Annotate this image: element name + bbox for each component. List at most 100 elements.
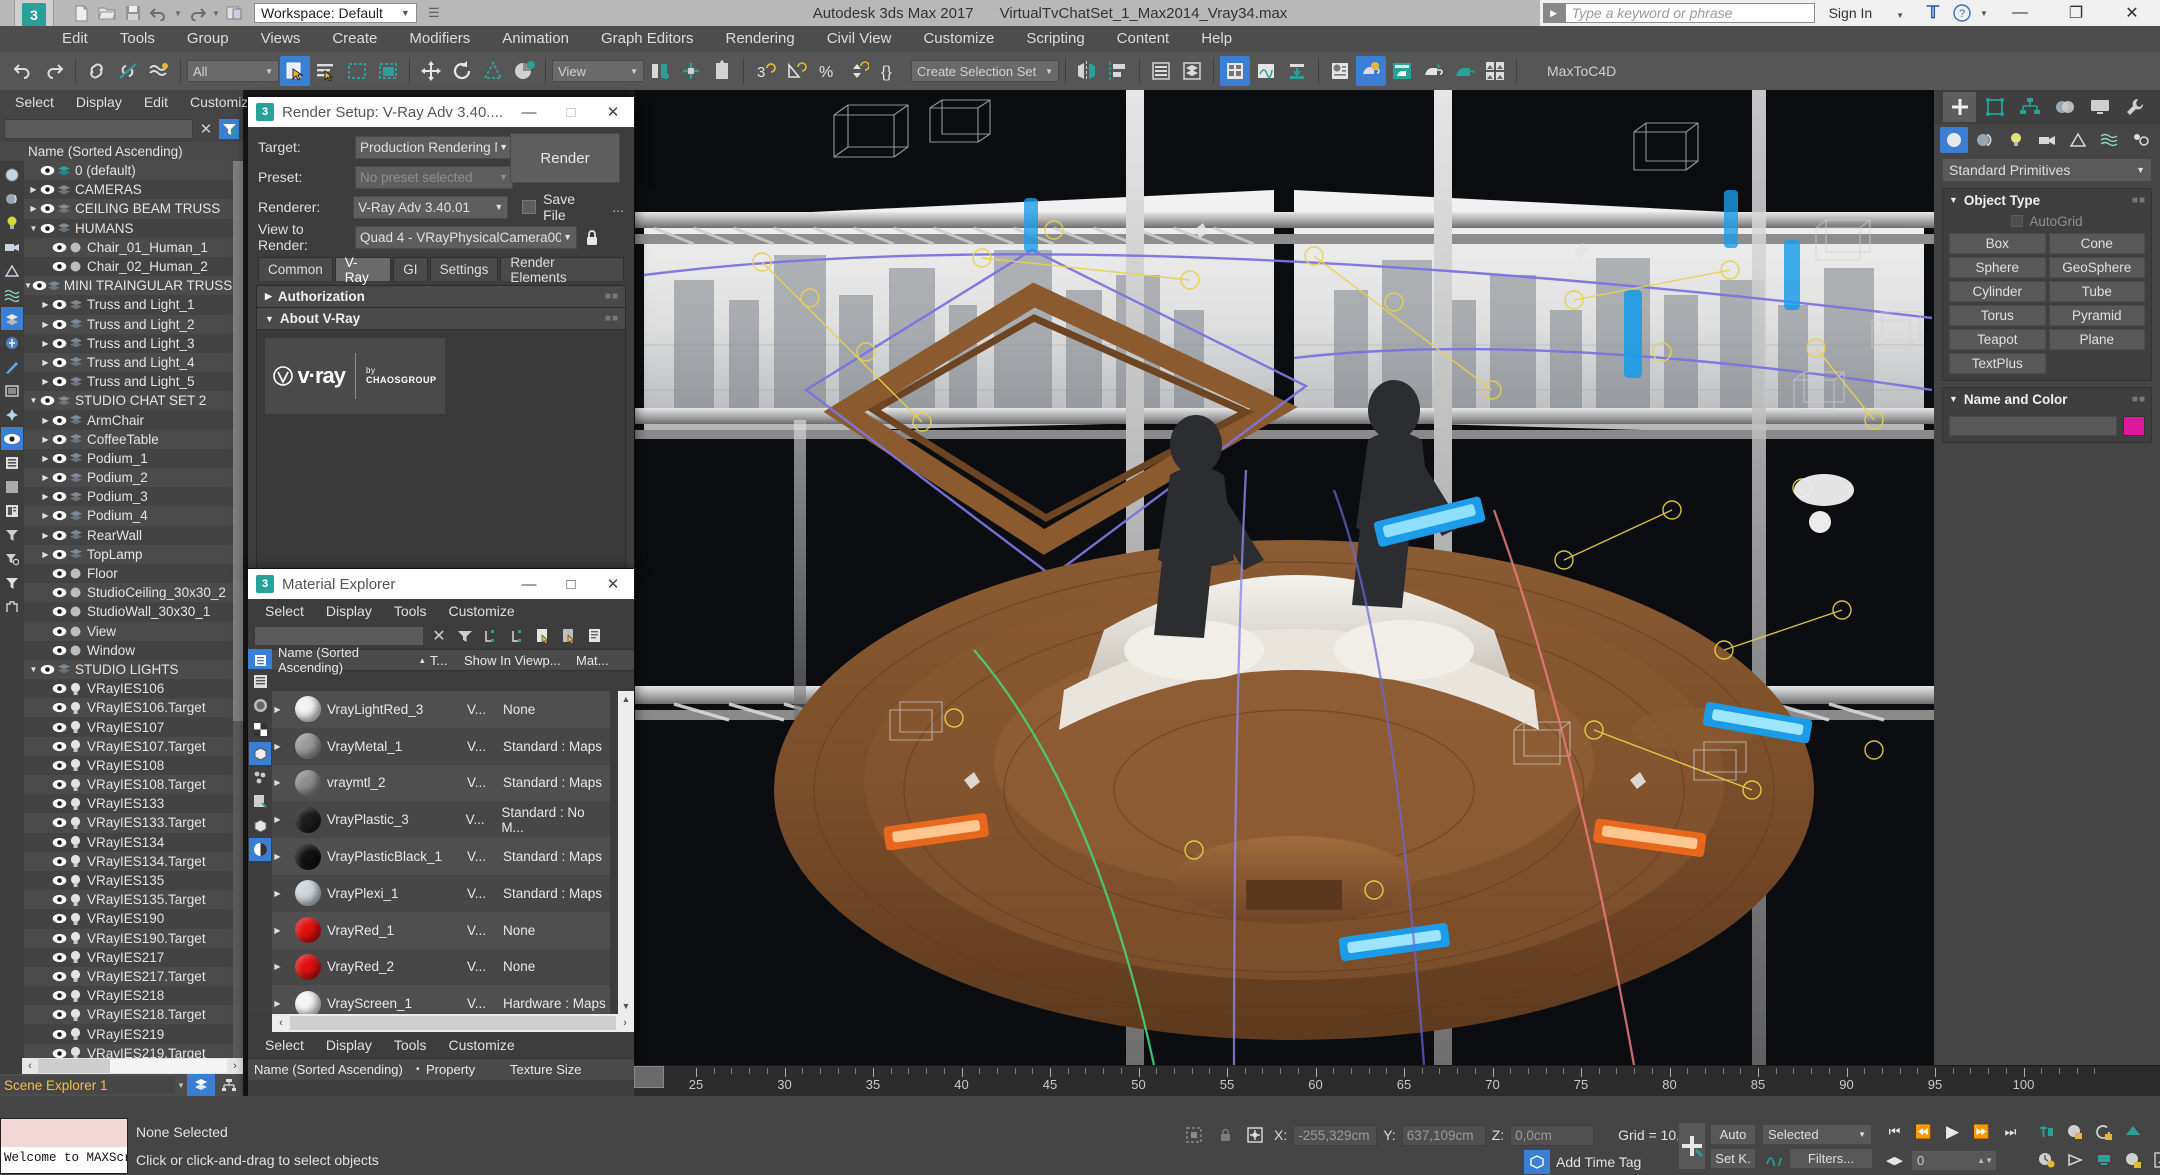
create-textplus-button[interactable]: TextPlus xyxy=(1949,353,2046,374)
tree-twirl-icon[interactable]: ▶ xyxy=(40,492,51,501)
rendered-frame-window-icon[interactable] xyxy=(1387,56,1417,86)
visibility-eye-icon[interactable] xyxy=(51,1029,67,1040)
scene-tree-row[interactable]: 0 (default) xyxy=(24,161,233,180)
redo-dropdown-icon[interactable]: ▼ xyxy=(210,0,222,26)
visibility-eye-icon[interactable] xyxy=(51,990,67,1001)
visibility-eye-icon[interactable] xyxy=(51,626,67,637)
create-cone-button[interactable]: Cone xyxy=(2049,233,2146,254)
column-type[interactable]: T... xyxy=(430,653,464,668)
field-of-view-icon[interactable] xyxy=(2061,1148,2088,1173)
tree-twirl-icon[interactable]: ▼ xyxy=(24,281,32,290)
column-name[interactable]: Name (Sorted Ascending) xyxy=(272,645,420,675)
clear-search-icon[interactable]: ✕ xyxy=(428,625,450,647)
sx-menu-edit[interactable]: Edit xyxy=(133,90,179,114)
curve-editor-icon[interactable] xyxy=(1251,56,1281,86)
maximize-button[interactable]: ❐ xyxy=(2048,0,2104,26)
x-coordinate-field[interactable]: -255,329cm xyxy=(1293,1125,1377,1146)
visibility-eye-icon[interactable] xyxy=(39,664,55,675)
infocenter-arrow-icon[interactable]: ▶ xyxy=(1543,3,1565,23)
cameras-icon[interactable] xyxy=(1,235,23,258)
scroll-right-icon[interactable]: › xyxy=(616,1014,634,1032)
new-file-icon[interactable] xyxy=(68,0,94,26)
visibility-eye-icon[interactable] xyxy=(51,894,67,905)
material-row[interactable]: ▶VrayPlastic_3V...Standard : No M... xyxy=(272,801,610,838)
material-explorer-column-header[interactable]: Name (Sorted Ascending) ▴ T... Show In V… xyxy=(248,649,634,671)
material-twirl-icon[interactable]: ▶ xyxy=(272,742,283,751)
scene-tree-row[interactable]: ▶Truss and Light_1 xyxy=(24,295,233,314)
me-foot-tools[interactable]: Tools xyxy=(383,1037,438,1053)
container-bracket-icon[interactable] xyxy=(1,595,23,618)
material-row[interactable]: ▶VrayRed_1V...None xyxy=(272,912,610,949)
save-file-icon[interactable] xyxy=(120,0,146,26)
material-swatch[interactable] xyxy=(295,844,321,870)
percent-snap-toggle-icon[interactable]: % xyxy=(812,56,842,86)
scene-tree-row[interactable]: ▶Podium_1 xyxy=(24,449,233,468)
tree-twirl-icon[interactable]: ▶ xyxy=(40,339,51,348)
visibility-eye-icon[interactable] xyxy=(51,357,67,368)
orbit-view-icon[interactable] xyxy=(2090,1120,2117,1145)
show-scene-materials-icon[interactable] xyxy=(249,814,271,837)
scene-tree-row[interactable]: Floor xyxy=(24,564,233,583)
pan-view-icon[interactable] xyxy=(2061,1120,2088,1145)
time-slider-thumb[interactable] xyxy=(634,1066,664,1088)
tab-settings[interactable]: Settings xyxy=(430,257,499,281)
minimize-button[interactable]: — xyxy=(1992,0,2048,26)
expand-all-icon[interactable] xyxy=(480,625,502,647)
tree-twirl-icon[interactable]: ▶ xyxy=(40,416,51,425)
select-and-link-icon[interactable] xyxy=(82,56,112,86)
material-twirl-icon[interactable]: ▶ xyxy=(272,852,283,861)
me-menu-display[interactable]: Display xyxy=(315,599,383,623)
layer-explorer-icon[interactable] xyxy=(1146,56,1176,86)
visibility-eye-icon[interactable] xyxy=(51,568,67,579)
object-name-input[interactable] xyxy=(1949,416,2117,436)
spinner-icon[interactable]: ▲▼ xyxy=(1977,1156,1993,1165)
next-frame-icon[interactable]: ⏩ xyxy=(1968,1120,1995,1145)
tree-twirl-icon[interactable]: ▼ xyxy=(28,665,39,674)
visibility-eye-icon[interactable] xyxy=(51,952,67,963)
create-plane-button[interactable]: Plane xyxy=(2049,329,2146,350)
set-key-mode-button[interactable] xyxy=(1678,1122,1706,1170)
visibility-eye-icon[interactable] xyxy=(51,242,67,253)
scroll-right-icon[interactable]: › xyxy=(227,1060,243,1072)
visibility-eye-icon[interactable] xyxy=(51,587,67,598)
rollout-about-vray[interactable]: ▼ About V-Ray ■■ xyxy=(257,308,625,330)
material-list-horizontal-scrollbar[interactable]: ‹ › xyxy=(272,1014,634,1032)
project-folder-icon[interactable] xyxy=(222,0,248,26)
scene-explorer-search-input[interactable] xyxy=(4,119,193,139)
scroll-left-icon[interactable]: ‹ xyxy=(22,1060,38,1072)
footer-column-name[interactable]: Name (Sorted Ascending) xyxy=(248,1062,416,1077)
scene-tree-row[interactable]: ▼STUDIO LIGHTS xyxy=(24,660,233,679)
show-maps-icon[interactable] xyxy=(249,718,271,741)
material-list[interactable]: ▶VrayLightRed_3V...None▶VrayMetal_1V...S… xyxy=(272,691,610,1014)
visibility-eye-icon[interactable] xyxy=(51,856,67,867)
visibility-eye-icon[interactable] xyxy=(51,683,67,694)
scene-tree-row[interactable]: ▶CoffeeTable xyxy=(24,430,233,449)
scene-tree-row[interactable]: VRayIES107.Target xyxy=(24,737,233,756)
scene-explorer-tree[interactable]: 0 (default)▶CAMERAS▶CEILING BEAM TRUSS▼H… xyxy=(24,161,233,1074)
mirror-icon[interactable] xyxy=(1072,56,1102,86)
scene-tree-row[interactable]: VRayIES218.Target xyxy=(24,1005,233,1024)
key-filter-dropdown[interactable]: Selected ▼ xyxy=(1762,1124,1872,1145)
visibility-eye-icon[interactable] xyxy=(51,319,67,330)
visibility-eye-icon[interactable] xyxy=(51,702,67,713)
maximize-toggle-icon[interactable] xyxy=(2148,1148,2160,1173)
scene-tree-row[interactable]: ▼HUMANS xyxy=(24,219,233,238)
scene-tree-row[interactable]: VRayIES218 xyxy=(24,986,233,1005)
time-configuration-icon[interactable] xyxy=(2032,1148,2059,1173)
scene-tree-row[interactable]: Chair_02_Human_2 xyxy=(24,257,233,276)
viewport-perspective[interactable] xyxy=(634,90,1934,1065)
renderer-dropdown[interactable]: V-Ray Adv 3.40.01 ▼ xyxy=(353,196,508,219)
redo-icon[interactable] xyxy=(39,56,69,86)
visibility-eye-icon[interactable] xyxy=(51,971,67,982)
material-row[interactable]: ▶VrayPlasticBlack_1V...Standard : Maps xyxy=(272,838,610,875)
show-sublevels-icon[interactable] xyxy=(249,766,271,789)
visibility-eye-icon[interactable] xyxy=(51,549,67,560)
scene-tree-row[interactable]: View xyxy=(24,622,233,641)
material-list-vertical-scrollbar[interactable]: ▲ ▼ xyxy=(618,691,634,1014)
menu-item-rendering[interactable]: Rendering xyxy=(709,26,810,52)
play-animation-icon[interactable]: ▶ xyxy=(1939,1120,1966,1145)
filter-funnel-icon[interactable] xyxy=(1,523,23,546)
sx-menu-display[interactable]: Display xyxy=(65,90,133,114)
scene-tree-row[interactable]: VRayIES134.Target xyxy=(24,852,233,871)
visibility-eye-icon[interactable] xyxy=(51,760,67,771)
